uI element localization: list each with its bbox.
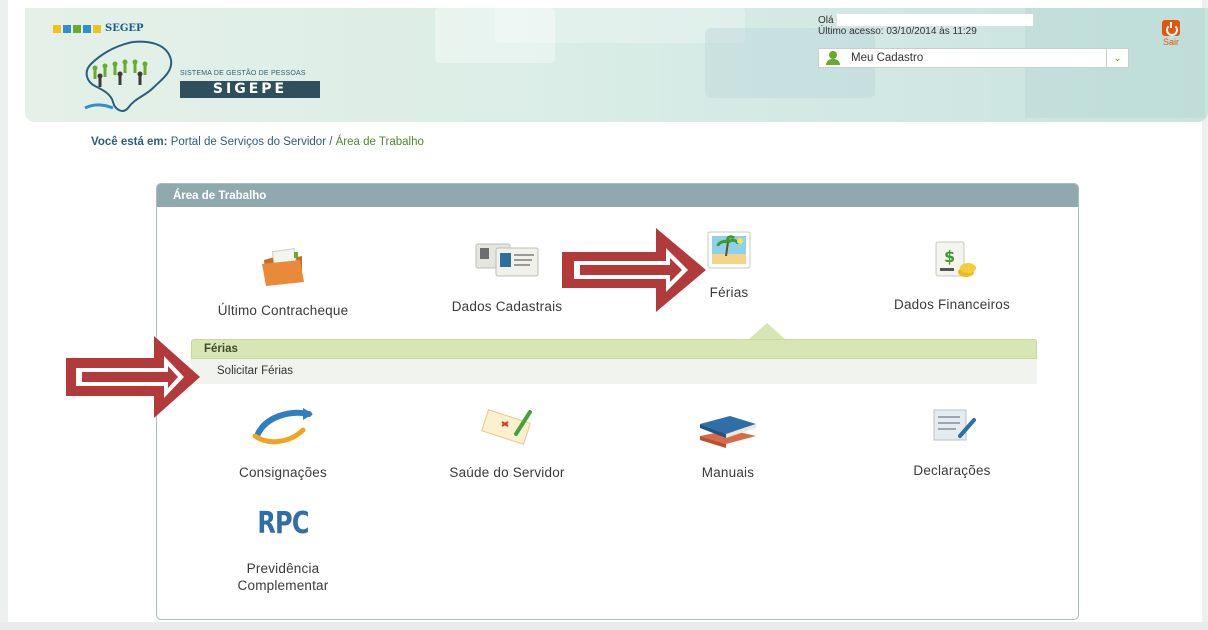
blue-swoosh-arrow-icon xyxy=(252,408,313,445)
tile-consignacoes[interactable]: Consignações xyxy=(183,406,383,480)
page: SEGEP SISTEMA DE GESTÃO DE PESSOAS SIGEP… xyxy=(0,0,1208,630)
id-cards-icon xyxy=(475,243,539,277)
document-pen-icon xyxy=(933,409,976,441)
breadcrumb: Você está em: Portal de Serviços do Serv… xyxy=(91,136,424,148)
system-name-badge: SIGEPE xyxy=(180,81,320,98)
submenu-title: Férias xyxy=(191,339,1037,359)
tile-label: Declarações xyxy=(913,463,991,478)
user-icon xyxy=(825,51,841,65)
logout-label: Sair xyxy=(1162,37,1179,47)
breadcrumb-link-portal[interactable]: Portal de Serviços do Servidor xyxy=(171,136,326,148)
breadcrumb-current[interactable]: Área de Trabalho xyxy=(336,136,424,148)
user-name-redacted xyxy=(836,14,1033,26)
segep-logo-icon xyxy=(53,24,101,33)
tile-label-line2: Complementar xyxy=(237,578,329,593)
logout-button[interactable]: Sair xyxy=(1157,20,1185,47)
folder-icon xyxy=(262,248,304,286)
bottom-margin xyxy=(0,622,1208,630)
tile-dados-financeiros[interactable]: $ Dados Financeiros xyxy=(852,240,1052,312)
segep-logo-text: SEGEP xyxy=(105,23,144,34)
ferias-submenu: Férias Solicitar Férias xyxy=(191,323,1037,387)
annotation-arrow-icon xyxy=(562,228,706,312)
greeting-line: Olá xyxy=(818,14,1033,26)
books-icon xyxy=(700,416,756,448)
money-document-icon: $ xyxy=(935,241,976,277)
tile-manuais[interactable]: Manuais xyxy=(628,406,828,480)
greeting-label: Olá xyxy=(818,14,834,26)
profile-select-value: Meu Cadastro xyxy=(851,52,924,64)
breadcrumb-separator: / xyxy=(329,136,333,148)
left-margin xyxy=(0,0,8,630)
system-full-name: SISTEMA DE GESTÃO DE PESSOAS xyxy=(180,70,306,77)
health-form-icon xyxy=(481,409,532,445)
tile-label: Consignações xyxy=(239,465,327,480)
submenu-item-solicitar-ferias[interactable]: Solicitar Férias xyxy=(191,359,1037,384)
user-info: Olá Último acesso: 03/10/2014 às 11:29 xyxy=(818,14,1033,37)
chevron-down-icon[interactable]: ⌄ xyxy=(1106,49,1128,67)
rpc-logo: RPC xyxy=(257,506,309,541)
tile-previdencia-complementar[interactable]: RPC Previdência Complementar xyxy=(183,506,383,594)
breadcrumb-lead: Você está em: xyxy=(91,136,168,148)
tile-label: Dados Financeiros xyxy=(894,297,1010,312)
brazil-people-logo-icon xyxy=(84,40,173,112)
segep-logo[interactable]: SEGEP xyxy=(53,23,144,34)
tile-label-line1: Previdência xyxy=(246,561,320,576)
beach-photo-icon xyxy=(707,231,751,269)
tile-label: Último Contracheque xyxy=(217,303,349,318)
panel-title: Área de Trabalho xyxy=(157,184,1078,207)
tile-label: Saúde do Servidor xyxy=(449,465,565,480)
tile-saude-do-servidor[interactable]: Saúde do Servidor xyxy=(407,406,607,480)
profile-select[interactable]: Meu Cadastro ⌄ xyxy=(818,48,1129,68)
tile-ultimo-contracheque[interactable]: Último Contracheque xyxy=(183,246,383,318)
power-icon xyxy=(1162,20,1180,36)
tile-declaracoes[interactable]: Declarações xyxy=(852,406,1052,478)
annotation-arrow-icon xyxy=(66,336,200,418)
svg-text:$: $ xyxy=(944,247,955,266)
tile-label: Manuais xyxy=(701,465,755,480)
site-header: SEGEP SISTEMA DE GESTÃO DE PESSOAS SIGEP… xyxy=(25,8,1208,122)
submenu-pointer xyxy=(749,323,785,339)
last-access-text: Último acesso: 03/10/2014 às 11:29 xyxy=(818,26,977,37)
